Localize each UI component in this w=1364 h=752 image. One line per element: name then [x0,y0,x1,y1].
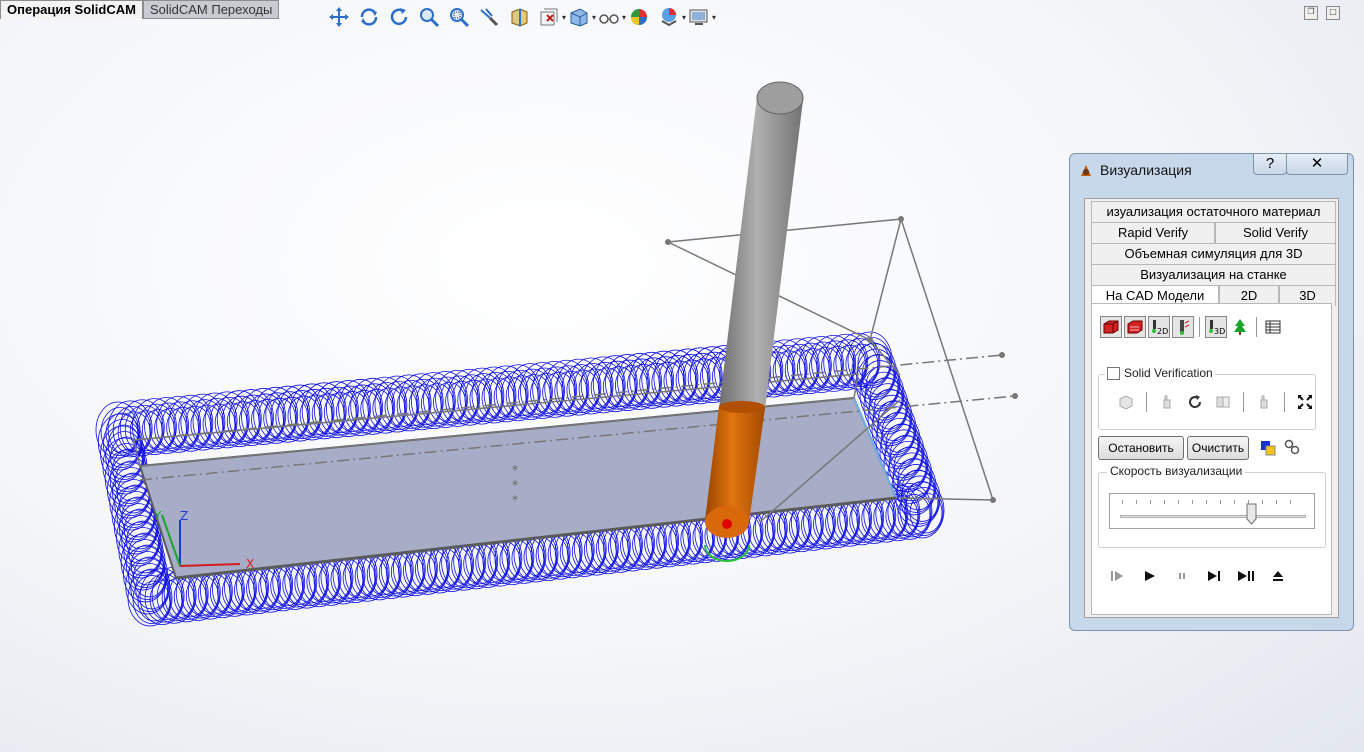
step-back-icon[interactable] [1106,566,1130,586]
stop-button[interactable]: Остановить [1098,436,1184,460]
axis-x-label: X [246,557,254,571]
axis-y-label: Y [153,509,162,523]
solid-verification-checkbox[interactable] [1107,366,1120,380]
eject-icon[interactable] [1266,566,1290,586]
reset-icon[interactable] [1184,391,1206,413]
tab-row-4: Визуализация на станке [1091,264,1336,285]
solid-verification-group: Solid Verification [1098,366,1316,430]
speed-group: Скорость визуализации [1098,464,1326,548]
mode-icons: 2D 3D [1100,316,1284,338]
help-button[interactable]: ? [1253,154,1287,175]
toolbar-separator-2 [1256,317,1257,337]
tab-solid-verify[interactable]: Solid Verify [1215,222,1336,243]
solidcam-icon [1081,165,1091,176]
tab-machine-simulation[interactable]: Визуализация на станке [1091,264,1336,285]
toolpath-3d-icon[interactable]: 3D [1205,316,1227,338]
tab-rapid-verify[interactable]: Rapid Verify [1091,222,1215,243]
cad-model-panel: 2D 3D Solid Verification Остановить Очис… [1091,303,1332,615]
run-to-end-icon[interactable] [1234,566,1258,586]
tool-display-icon[interactable] [1172,316,1194,338]
toolpath-2d-icon[interactable]: 2D [1148,316,1170,338]
dialog-title-bar: Визуализация [1078,160,1192,180]
play-icon[interactable] [1138,566,1162,586]
link-icon[interactable] [1283,438,1301,460]
svg-text:*: * [512,463,518,477]
speed-label: Скорость визуализации [1107,464,1246,478]
dialog-body: изуализация остаточного материал Rapid V… [1084,198,1339,618]
axis-z-label: Z [180,509,188,523]
table-icon[interactable] [1262,316,1284,338]
clear-button[interactable]: Очистить [1187,436,1249,460]
compare-icon [1212,391,1234,413]
dialog-title: Визуализация [1100,162,1192,178]
tab-row-1: изуализация остаточного материал [1091,201,1336,222]
hand-icon [1253,391,1275,413]
svg-text:*: * [512,493,518,507]
pause-icon[interactable] [1170,566,1194,586]
fit-view-icon[interactable] [1294,391,1316,413]
svg-text:*: * [512,478,518,492]
tab-row-3: Объемная симуляция для 3D [1091,243,1336,264]
cube-icon [1115,391,1137,413]
hand-pointer-icon [1156,391,1178,413]
step-forward-icon[interactable] [1202,566,1226,586]
tab-volume-simulation-3d[interactable]: Объемная симуляция для 3D [1091,243,1336,264]
speed-slider-thumb[interactable] [1246,503,1257,525]
color-settings-icon[interactable] [1260,440,1276,460]
visualization-dialog: Визуализация ? ✕ изуализация остаточного… [1069,153,1354,631]
shaded-solid-icon[interactable] [1100,316,1122,338]
tree-icon[interactable] [1229,316,1251,338]
svg-text:2D: 2D [1157,327,1168,335]
tab-residual-material[interactable]: изуализация остаточного материал [1091,201,1336,222]
svg-text:3D: 3D [1214,327,1225,335]
playback-controls [1106,566,1290,586]
speed-slider[interactable] [1109,493,1315,529]
shaded-toolpath-icon[interactable] [1124,316,1146,338]
solid-verification-label: Solid Verification [1124,366,1213,380]
toolbar-separator [1199,317,1200,337]
close-button[interactable]: ✕ [1286,154,1348,175]
tab-row-2: Rapid Verify Solid Verify [1091,222,1336,243]
